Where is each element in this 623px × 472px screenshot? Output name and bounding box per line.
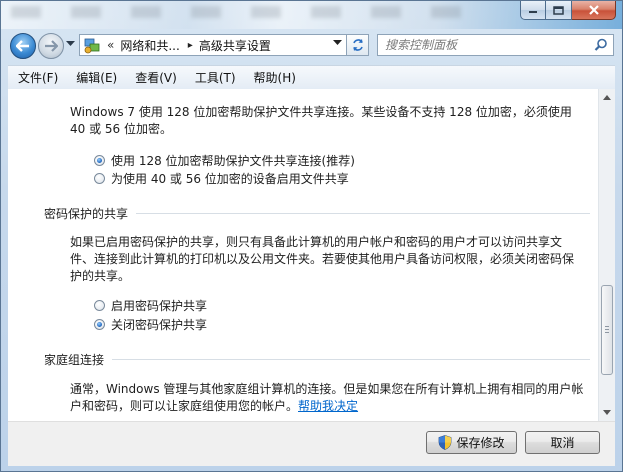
breadcrumb-current[interactable]: 高级共享设置 [199,37,271,54]
action-bar: 保存修改 取消 [8,421,615,466]
radio-label[interactable]: 为使用 40 或 56 位加密的设备启用文件共享 [111,170,349,187]
recent-pages-dropdown[interactable] [66,40,76,50]
search-icon[interactable] [594,38,608,52]
scrollbar-thumb[interactable] [601,285,613,375]
breadcrumb-parent[interactable]: 网络和共... [120,37,179,54]
title-bar-blur [11,6,491,18]
breadcrumb-separator[interactable]: ▸ [188,40,193,51]
save-changes-button[interactable]: 保存修改 [426,431,517,454]
refresh-button[interactable] [347,34,369,56]
section-homegroup-connections: 家庭组连接 [44,351,590,367]
encryption-description: Windows 7 使用 128 位加密帮助保护文件共享连接。某些设备不支持 1… [70,105,572,136]
maximize-button[interactable] [546,1,572,20]
arrow-left-icon [16,40,29,52]
radio-button[interactable] [94,318,105,330]
uac-shield-icon [439,435,452,450]
address-history-button[interactable] [333,39,342,48]
scroll-down-button[interactable] [599,404,615,421]
window: « 网络和共... ▸ 高级共享设置 文件(F) 编辑(E) 查看 [0,0,623,472]
radio-label[interactable]: 关闭密码保护共享 [111,316,207,333]
close-icon [588,5,599,15]
forward-button[interactable] [38,33,64,59]
radio-label[interactable]: 启用密码保护共享 [111,297,207,314]
save-changes-label[interactable]: 保存修改 [456,434,504,451]
vertical-scrollbar[interactable] [598,89,615,421]
menu-file[interactable]: 文件(F) [8,67,66,89]
menu-edit[interactable]: 编辑(E) [66,67,125,89]
cancel-button[interactable]: 取消 [525,431,600,454]
section-title: 密码保护的共享 [44,206,129,221]
chevron-up-icon [603,95,611,100]
radio-button[interactable] [94,154,105,166]
close-button[interactable] [572,1,616,20]
back-button[interactable] [10,33,36,59]
minimize-button[interactable] [520,1,546,20]
radio-button[interactable] [94,299,105,311]
minimize-icon [529,11,537,13]
grip-icon [605,326,609,334]
control-panel-icon [83,36,101,54]
chevron-down-icon [333,40,342,45]
breadcrumb-overflow[interactable]: « [107,38,114,52]
radio-label[interactable]: 使用 128 位加密帮助保护文件共享连接(推荐) [111,152,355,169]
menu-bar: 文件(F) 编辑(E) 查看(V) 工具(T) 帮助(H) [8,65,615,90]
radio-option-128bit[interactable]: 使用 128 位加密帮助保护文件共享连接(推荐) [94,152,355,168]
radio-option-enable-password[interactable]: 启用密码保护共享 [94,297,207,313]
radio-option-40-56bit[interactable]: 为使用 40 或 56 位加密的设备启用文件共享 [94,170,349,186]
search-input[interactable] [383,37,587,53]
menu-help[interactable]: 帮助(H) [244,67,304,89]
address-bar[interactable]: « 网络和共... ▸ 高级共享设置 [79,34,347,56]
navigation-bar: « 网络和共... ▸ 高级共享设置 [9,31,614,61]
scroll-up-button[interactable] [599,89,615,106]
radio-button[interactable] [94,172,105,184]
menu-tools[interactable]: 工具(T) [185,67,244,89]
settings-content: Windows 7 使用 128 位加密帮助保护文件共享连接。某些设备不支持 1… [8,89,598,421]
chevron-down-icon [66,41,75,46]
section-divider [136,212,590,214]
cancel-label[interactable]: 取消 [550,434,574,451]
section-password-protected-sharing: 密码保护的共享 [44,205,590,221]
section-divider [112,358,590,360]
homegroup-description: 通常，Windows 管理与其他家庭组计算机的连接。但是如果您在所有计算机上拥有… [70,381,585,415]
refresh-icon [352,39,363,51]
menu-view[interactable]: 查看(V) [125,67,185,89]
password-sharing-description: 如果已启用密码保护的共享，则只有具备此计算机的用户帐户和密码的用户才可以访问共享… [70,235,575,283]
arrow-right-icon [45,40,58,52]
search-box[interactable] [377,34,614,56]
radio-option-disable-password[interactable]: 关闭密码保护共享 [94,316,207,332]
chevron-down-icon [603,410,611,415]
help-me-decide-link[interactable]: 帮助我决定 [298,399,358,413]
caption-buttons [520,1,616,21]
maximize-icon [553,5,564,15]
section-title: 家庭组连接 [44,352,105,367]
